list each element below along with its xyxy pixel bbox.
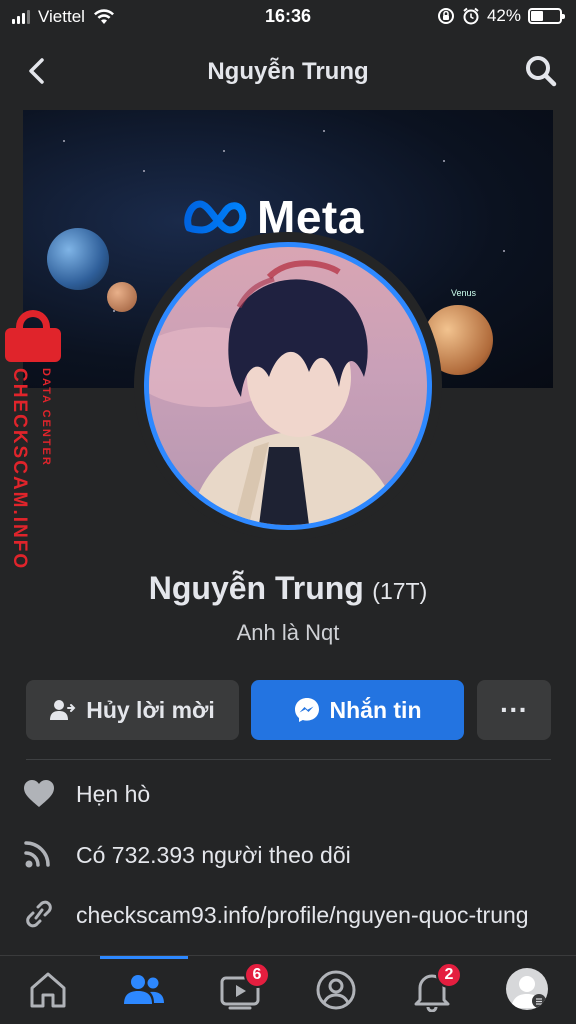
nav-bar: Nguyễn Trung — [0, 34, 576, 108]
tab-friends[interactable] — [120, 968, 168, 1012]
avatar-placeholder-icon — [511, 976, 546, 1008]
watermark-sub-text: DATA CENTER — [40, 368, 52, 467]
notifications-badge: 2 — [436, 962, 462, 988]
planet-label: Venus — [451, 288, 477, 298]
link-icon — [26, 900, 52, 928]
status-bar: Viettel 16:36 42% — [0, 0, 576, 34]
profile-name: Nguyễn Trung — [148, 570, 364, 606]
message-label: Nhắn tin — [329, 696, 422, 723]
checkscam-watermark: CHECKSCAM.INFO DATA CENTER — [2, 310, 64, 590]
friends-icon — [124, 975, 164, 1004]
page-title: Nguyễn Trung — [207, 58, 369, 85]
followers-text: Có 732.393 người theo dõi — [76, 842, 351, 868]
message-button[interactable]: Nhắn tin — [251, 680, 464, 740]
battery-icon — [528, 8, 565, 24]
bottom-tab-bar: 6 2 — [0, 955, 576, 1024]
tab-watch[interactable]: 6 — [216, 962, 270, 1012]
tab-menu-avatar[interactable] — [506, 968, 548, 1010]
tab-profile[interactable] — [312, 968, 360, 1012]
home-icon — [30, 972, 66, 1008]
profile-bio: Anh là Nqt — [236, 620, 340, 645]
tab-notifications[interactable]: 2 — [408, 962, 462, 1013]
dating-label: Hẹn hò — [76, 781, 151, 807]
profile-avatar[interactable] — [144, 242, 432, 530]
meta-infinity-icon — [184, 200, 247, 234]
alarm-icon — [463, 7, 479, 25]
more-options-button[interactable]: ··· — [477, 680, 551, 740]
rss-followers-icon — [24, 841, 50, 868]
avatar-illustration — [149, 260, 399, 525]
info-row-dating[interactable]: Hẹn hò — [22, 778, 150, 810]
planet-earth — [47, 228, 109, 290]
rotation-lock-icon — [437, 8, 454, 24]
info-row-followers[interactable]: Có 732.393 người theo dõi — [22, 839, 351, 871]
tab-home[interactable] — [24, 968, 72, 1012]
battery-percent: 42% — [486, 6, 521, 25]
watermark-main-text: CHECKSCAM.INFO — [9, 368, 30, 571]
more-icon: ··· — [500, 694, 528, 725]
cancel-friend-request-button[interactable]: Hủy lời mời — [26, 680, 239, 740]
profile-nickname: (17T) — [372, 578, 428, 604]
profile-circle-icon — [316, 970, 356, 1010]
status-right: 42% — [437, 6, 565, 26]
messenger-icon — [294, 698, 319, 722]
lock-body — [5, 328, 61, 362]
heart-icon — [24, 780, 54, 807]
divider — [26, 759, 551, 760]
planet-mars — [107, 282, 137, 312]
watch-badge: 6 — [244, 962, 270, 988]
cancel-friend-request-label: Hủy lời mời — [86, 696, 215, 723]
profile-link[interactable]: checkscam93.info/profile/nguyen-quoc-tru… — [76, 899, 529, 931]
active-tab-indicator — [100, 956, 188, 959]
info-row-link[interactable]: checkscam93.info/profile/nguyen-quoc-tru… — [22, 899, 562, 931]
search-button[interactable] — [524, 54, 558, 88]
user-cancel-icon — [50, 700, 76, 720]
profile-name-row: Nguyễn Trung (17T) — [0, 570, 576, 607]
